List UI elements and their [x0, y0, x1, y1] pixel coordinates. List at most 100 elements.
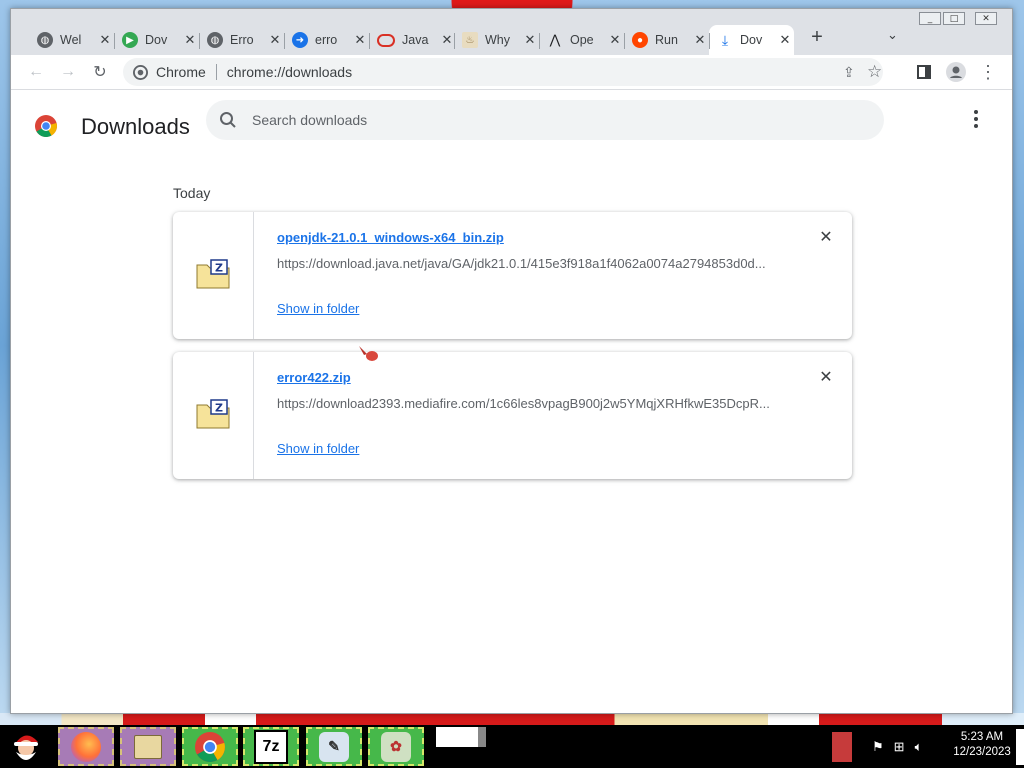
tab-close-icon[interactable]: ✕ [440, 32, 454, 48]
url-text[interactable]: chrome://downloads [227, 64, 352, 80]
tab-close-icon[interactable]: ✕ [268, 32, 282, 48]
tab-close-icon[interactable]: ✕ [693, 32, 707, 48]
window-controls: _ □ ✕ [917, 12, 997, 26]
reload-icon[interactable]: ↻ [89, 61, 111, 83]
show-in-folder-link[interactable]: Show in folder [277, 301, 359, 316]
tab-strip: ◍ Wel ✕ ▶ Dov ✕ ◍ Erro ✕ ➜ erro ✕ Java ✕… [29, 25, 794, 55]
tab-why[interactable]: ♨ Why ✕ [454, 25, 539, 55]
taskbar-window-thumbnail[interactable] [436, 727, 478, 747]
openjdk-icon: ⋀ [549, 32, 561, 47]
minimize-button[interactable]: _ [919, 12, 941, 25]
tab-title: Why [485, 33, 510, 47]
download-item: Z error422.zip https://download2393.medi… [173, 352, 852, 479]
svg-text:Z: Z [215, 402, 223, 415]
tab-close-icon[interactable]: ✕ [183, 32, 197, 48]
play-icon: ▶ [122, 32, 138, 48]
tab-downloads[interactable]: ⤓ Dov ✕ [709, 25, 794, 55]
start-button[interactable] [2, 727, 50, 766]
download-source-url[interactable]: https://download2393.mediafire.com/1c66l… [277, 396, 777, 411]
close-window-button[interactable]: ✕ [975, 12, 997, 25]
tab-title: erro [315, 33, 338, 47]
file-manager-icon [134, 734, 162, 759]
tab-java[interactable]: Java ✕ [369, 25, 454, 55]
chrome-icon [195, 731, 225, 762]
tab-title: Run [655, 33, 678, 47]
download-source-url[interactable]: https://download.java.net/java/GA/jdk21.… [277, 256, 777, 271]
tab-reddit[interactable]: ● Run ✕ [624, 25, 709, 55]
tab-close-icon[interactable]: ✕ [778, 32, 792, 48]
taskbar-chrome[interactable] [182, 727, 238, 766]
page-title: Downloads [81, 114, 190, 139]
profile-icon[interactable] [945, 61, 967, 83]
connection-icon[interactable]: ⊞ [894, 739, 905, 755]
reddit-icon: ● [632, 32, 648, 48]
maximize-button[interactable]: □ [943, 12, 965, 25]
remove-download-close-icon[interactable]: ✕ [817, 229, 835, 247]
side-panel-icon[interactable] [913, 61, 935, 83]
tab-title: Dov [740, 33, 763, 47]
tab-close-icon[interactable]: ✕ [608, 32, 622, 48]
palette-icon: ✿ [381, 731, 411, 762]
santa-start-icon [14, 734, 38, 760]
site-icon: ➜ [292, 32, 308, 48]
show-desktop-button[interactable] [1016, 729, 1024, 765]
java-icon: ♨ [462, 32, 478, 48]
system-clock[interactable]: 5:23 AM 12/23/2023 [940, 730, 1024, 760]
taskbar-paint-app[interactable]: ✿ [368, 727, 424, 766]
forward-arrow-icon[interactable]: → [57, 61, 79, 83]
bookmark-star-icon[interactable]: ☆ [867, 62, 882, 82]
title-bar: _ □ ✕ ◍ Wel ✕ ▶ Dov ✕ ◍ Erro ✕ ➜ erro ✕ … [11, 9, 1012, 55]
search-icon [220, 112, 236, 128]
search-input[interactable] [250, 111, 854, 129]
chrome-logo-icon [35, 115, 57, 137]
downloads-menu-icon[interactable] [968, 107, 984, 131]
downloads-page: Downloads Today Z openjdk-21.0.1_windows… [11, 90, 1012, 713]
volume-icon[interactable]: 🔈︎ [915, 739, 923, 755]
tab-title: Wel [60, 33, 82, 47]
taskbar-file-manager[interactable] [120, 727, 176, 766]
download-filename-link[interactable]: error422.zip [277, 370, 351, 385]
tab-close-icon[interactable]: ✕ [523, 32, 537, 48]
desktop-wallpaper-strip [0, 713, 1024, 725]
taskbar-tool-app[interactable]: ✎ [306, 727, 362, 766]
taskbar-7zip[interactable]: 7z [243, 727, 299, 766]
address-bar[interactable]: Chrome chrome://downloads ⇪ ☆ [123, 58, 883, 86]
tab-close-icon[interactable]: ✕ [353, 32, 367, 48]
search-box[interactable] [206, 100, 884, 140]
taskbar: 7z ✎ ✿ ⚑ ⊞ 🔈︎ 5:23 AM 12/23/2023 [0, 725, 1024, 768]
taskbar-firefox[interactable] [58, 727, 114, 766]
browser-menu-icon[interactable]: ⋮ [977, 61, 999, 83]
show-in-folder-link[interactable]: Show in folder [277, 441, 359, 456]
tab-welcome[interactable]: ◍ Wel ✕ [29, 25, 114, 55]
clock-time: 5:23 AM [960, 731, 1004, 743]
tools-icon: ✎ [319, 731, 349, 762]
browser-window: _ □ ✕ ◍ Wel ✕ ▶ Dov ✕ ◍ Erro ✕ ➜ erro ✕ … [10, 8, 1013, 714]
download-filename-link[interactable]: openjdk-21.0.1_windows-x64_bin.zip [277, 230, 504, 245]
file-icon-column: Z [173, 212, 254, 339]
tab-search-chevron-icon[interactable]: ⌄ [887, 27, 898, 43]
site-label: Chrome [156, 64, 206, 80]
tab-close-icon[interactable]: ✕ [98, 32, 112, 48]
mouse-cursor-icon [359, 346, 378, 361]
file-icon-column: Z [173, 352, 254, 479]
tray-notification-icon[interactable] [832, 731, 852, 762]
tab-error-2[interactable]: ➜ erro ✕ [284, 25, 369, 55]
network-status-icon[interactable]: ⚑ [872, 739, 884, 755]
chrome-site-icon [133, 64, 148, 80]
share-icon[interactable]: ⇪ [843, 64, 855, 81]
back-arrow-icon[interactable]: ← [25, 61, 47, 83]
oracle-icon [377, 33, 395, 47]
globe-icon: ◍ [37, 32, 53, 48]
tab-error-1[interactable]: ◍ Erro ✕ [199, 25, 284, 55]
tab-open[interactable]: ⋀ Ope ✕ [539, 25, 624, 55]
tab-title: Java [402, 33, 429, 47]
taskbar-thumbnail-edge [478, 727, 486, 747]
remove-download-close-icon[interactable]: ✕ [817, 369, 835, 387]
zip-file-icon: Z [196, 259, 230, 289]
new-tab-button[interactable]: + [806, 26, 828, 49]
7zip-icon: 7z [254, 729, 288, 764]
tab-download-1[interactable]: ▶ Dov ✕ [114, 25, 199, 55]
download-item: Z openjdk-21.0.1_windows-x64_bin.zip htt… [173, 212, 852, 339]
tab-title: Ope [570, 33, 594, 47]
svg-text:Z: Z [215, 262, 223, 275]
